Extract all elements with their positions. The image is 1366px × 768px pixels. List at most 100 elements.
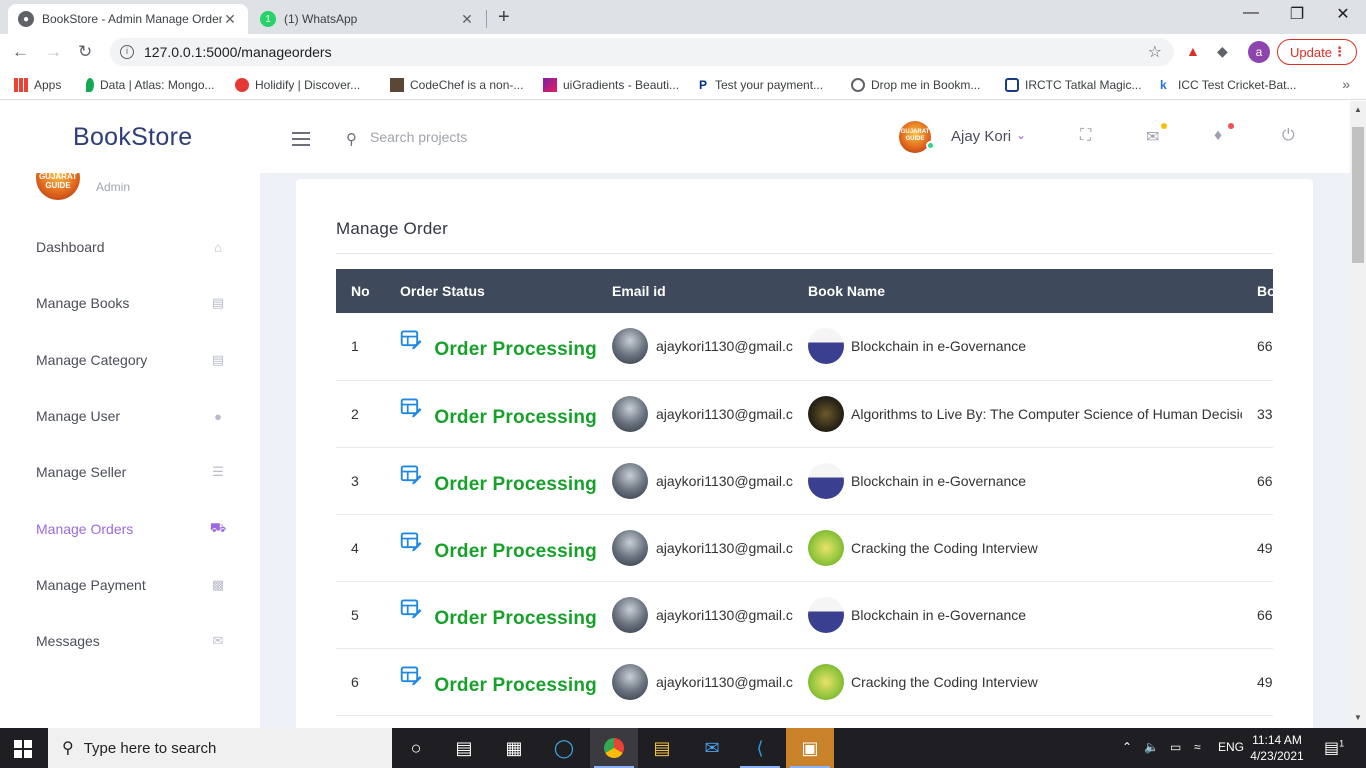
orders-table-wrapper[interactable]: No Order Status Email id Book Name Bo 1O… (336, 269, 1273, 728)
sidebar-item-manage-category[interactable]: Manage Category ▤ (36, 348, 226, 372)
chevron-down-icon[interactable]: ⌄ (1016, 128, 1026, 142)
close-window-button[interactable]: ✕ (1320, 4, 1366, 24)
order-status-text: Order Processing (434, 406, 597, 428)
edit-order-icon[interactable] (400, 530, 422, 554)
edit-order-icon[interactable] (400, 664, 422, 688)
power-icon[interactable]: ⏻ (1282, 127, 1295, 145)
book-name: Cracking the Coding Interview (851, 673, 1038, 690)
bookmark-star-icon[interactable]: ☆ (1148, 42, 1162, 62)
reload-icon[interactable]: ↻ (78, 42, 92, 62)
mail-app-icon[interactable]: ✉ (688, 728, 736, 768)
book-cell: Algorithms to Live By: The Computer Scie… (793, 380, 1242, 448)
edge-icon[interactable]: ◯ (540, 728, 588, 768)
tab-bookstore[interactable]: ● BookStore - Admin Manage Orders ✕ (8, 4, 248, 34)
tab-separator (486, 10, 487, 28)
profile-avatar[interactable]: a (1248, 41, 1270, 63)
bookmark-payment[interactable]: P Test your payment... (699, 78, 823, 92)
bookmark-apps[interactable]: Apps (14, 78, 61, 92)
sidebar-item-manage-orders[interactable]: Manage Orders ⛟ (36, 517, 226, 541)
bookmark-label: Test your payment... (715, 78, 824, 92)
page-title: Manage Order (336, 219, 449, 238)
clock[interactable]: 11:14 AM 4/23/2021 (1246, 732, 1308, 764)
bookmark-mongo[interactable]: Data | Atlas: Mongo... (86, 78, 215, 92)
table-row[interactable]: 4 Order Processing ajaykori1130@gmail.com C… (336, 514, 1273, 582)
chrome-icon[interactable] (590, 728, 638, 768)
chevron-up-icon[interactable]: ⌃ (1122, 740, 1132, 754)
puzzle-icon[interactable]: ◆ (1217, 43, 1228, 60)
forward-arrow-icon[interactable]: → (45, 42, 62, 62)
bookmark-codechef[interactable]: CodeChef is a non-... (390, 78, 523, 92)
vscode-icon[interactable]: ⟨ (736, 728, 784, 768)
update-button[interactable]: Update ⋮ (1277, 39, 1357, 65)
close-tab-icon[interactable]: ✕ (459, 11, 475, 28)
more-bookmarks-icon[interactable]: » (1342, 76, 1350, 92)
back-arrow-icon[interactable]: ← (12, 42, 29, 62)
table-row[interactable]: 3 Order Processing ajaykori1130@gmail.com B… (336, 447, 1273, 515)
edit-order-icon[interactable] (400, 328, 422, 352)
sidebar-item-manage-books[interactable]: Manage Books ▤ (36, 291, 226, 315)
bookmark-holidify[interactable]: Holidify | Discover... (235, 78, 360, 92)
task-view-icon[interactable]: ▤ (440, 728, 488, 768)
uigradients-icon (543, 78, 557, 92)
user-name[interactable]: Ajay Kori (951, 128, 1011, 145)
table-row[interactable]: 2 Order Processing ajaykori1130@gmail.com A… (336, 380, 1273, 448)
close-tab-icon[interactable]: ✕ (222, 11, 238, 28)
wifi-icon[interactable]: ≈ (1194, 740, 1201, 754)
bookmark-bookmarklet[interactable]: Drop me in Bookm... (851, 78, 980, 92)
email-text: ajaykori1130@gmail.com (656, 405, 793, 422)
sidebar-item-dashboard[interactable]: Dashboard ⌂ (36, 235, 226, 259)
sidebar-item-label: Manage User (36, 408, 121, 424)
order-status-text: Order Processing (434, 540, 597, 562)
edit-order-icon[interactable] (400, 396, 422, 420)
store-icon[interactable]: ▦ (490, 728, 538, 768)
app-root: BookStore GUJARAT GUIDE Admin Dashboard … (0, 101, 1366, 728)
bookmark-uigradients[interactable]: uiGradients - Beauti... (543, 78, 679, 92)
menu-toggle-icon[interactable] (292, 132, 310, 146)
sidebar-item-messages[interactable]: Messages ✉ (36, 629, 226, 653)
sidebar-item-label: Manage Books (36, 295, 130, 311)
row-number: 1 (336, 313, 385, 381)
brand-logo[interactable]: BookStore (73, 123, 192, 152)
taskbar-search[interactable]: ⚲ Type here to search (48, 728, 392, 768)
notification-center-icon[interactable]: ▤1 (1324, 738, 1344, 758)
control-panel-icon[interactable]: ▣ (786, 728, 834, 768)
speaker-icon[interactable]: 🔈 (1144, 740, 1159, 754)
bookmark-icc[interactable]: k ICC Test Cricket-Bat... (1160, 78, 1296, 92)
new-tab-button[interactable]: + (498, 6, 510, 29)
tab-title: (1) WhatsApp (284, 12, 358, 26)
scroll-down-icon[interactable]: ▼ (1354, 713, 1362, 722)
bell-icon[interactable]: ♦ (1214, 127, 1222, 145)
table-row[interactable]: 5 Order Processing ajaykori1130@gmail.com B… (336, 581, 1273, 649)
scroll-up-icon[interactable]: ▲ (1354, 105, 1362, 114)
sidebar-item-label: Manage Seller (36, 464, 127, 480)
sidebar-item-manage-user[interactable]: Manage User ● (36, 404, 226, 428)
mail-icon[interactable]: ✉ (1146, 127, 1159, 147)
minimize-button[interactable]: — (1228, 4, 1274, 22)
order-status-text: Order Processing (434, 674, 597, 696)
table-row[interactable]: 1 Order Processing ajaykori1130@gmail.com B… (336, 313, 1273, 381)
more-menu-icon: ⋮ (1333, 44, 1346, 59)
edit-order-icon[interactable] (400, 597, 422, 621)
cortana-icon[interactable]: ○ (392, 728, 440, 768)
search-input[interactable] (370, 125, 650, 149)
page-scrollbar[interactable]: ▲ ▼ (1350, 101, 1366, 728)
url-bar[interactable]: i 127.0.0.1:5000/manageorders ☆ (110, 38, 1174, 66)
table-row[interactable]: 6 Order Processing ajaykori1130@gmail.com C… (336, 648, 1273, 716)
language-indicator[interactable]: ENG (1218, 740, 1244, 754)
email-text: ajaykori1130@gmail.com (656, 338, 793, 355)
sidebar-item-manage-seller[interactable]: Manage Seller ☰ (36, 460, 226, 484)
scrollbar-thumb[interactable] (1352, 127, 1364, 263)
tab-whatsapp[interactable]: 1 (1) WhatsApp ✕ (250, 4, 485, 34)
edit-order-icon[interactable] (400, 463, 422, 487)
file-explorer-icon[interactable]: ▤ (638, 728, 686, 768)
bookmark-irctc[interactable]: IRCTC Tatkal Magic... (1005, 78, 1141, 92)
orders-card: Manage Order No Order Status Email id Bo… (296, 179, 1313, 728)
restore-button[interactable]: ❐ (1274, 4, 1320, 24)
windows-start-icon[interactable] (14, 740, 32, 758)
fullscreen-icon[interactable]: ⛶ (1080, 127, 1091, 145)
info-icon[interactable]: i (120, 45, 134, 59)
sidebar-item-manage-payment[interactable]: Manage Payment ▩ (36, 573, 226, 597)
extension-icon[interactable]: ▲ (1186, 43, 1200, 59)
battery-icon[interactable]: ▭ (1170, 740, 1181, 754)
book-cover-thumbnail (808, 328, 844, 365)
